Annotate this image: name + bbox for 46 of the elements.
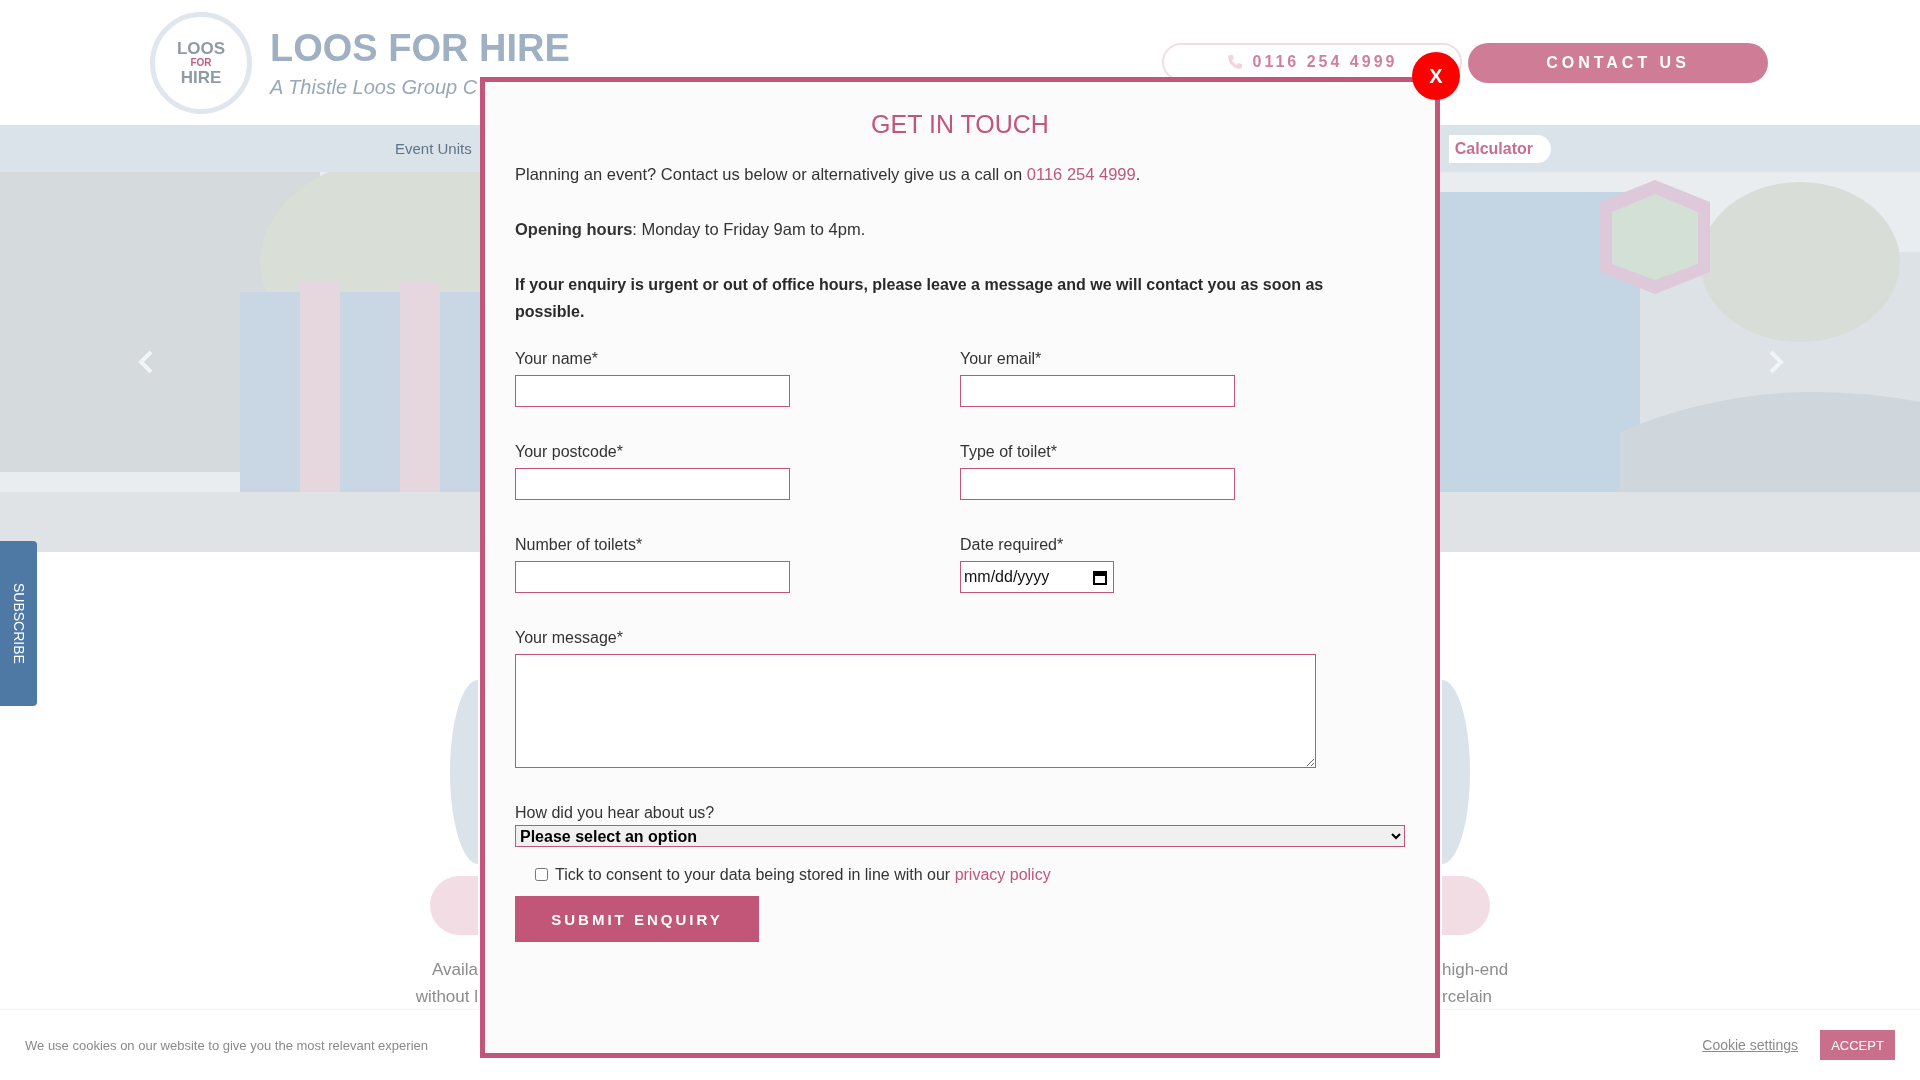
field-label: Number of toilets* [515,535,644,555]
input-field[interactable] [515,561,790,593]
nav-button[interactable]: Calculator [1448,134,1551,163]
field-label: Your name* [515,349,600,369]
input-field[interactable] [515,468,790,500]
privacy-link[interactable]: privacy policy [954,865,1051,883]
field-label: Date required* [960,535,1065,555]
field-label: Your email* [960,349,1043,369]
source-dropdown[interactable]: Please select an option [515,825,1405,847]
cookie-text: We use cookies on our website to give you the most relevant experien [25,1037,428,1053]
subscribe-tab[interactable]: SUBSCRIBE [0,541,37,706]
feature-text: high-end [1442,959,1509,981]
phone-icon [1226,53,1243,70]
pill-graphic [430,875,478,935]
field-label: Your postcode* [515,442,624,462]
consent-text: Tick to consent to your data being stored in line with our privacy policy [555,865,1051,884]
input-field[interactable] [515,375,790,407]
dialog-title: GET IN TOUCH [870,110,1050,139]
feature-text: rcelain [1442,986,1493,1008]
contact-button[interactable]: CONTACT US [1468,42,1768,83]
input-field[interactable] [960,468,1235,500]
accept-button[interactable]: ACCEPT [1820,1030,1895,1060]
field-label: Type of toilet* [960,442,1058,462]
site-title: LOOS FOR HIRE [270,26,570,70]
pill-graphic [1442,875,1490,935]
consent-checkbox[interactable] [535,868,548,881]
input-field[interactable] [960,375,1235,407]
field-label: How did you hear about us? [515,803,716,823]
logo-word: LOOS [176,39,226,57]
nav-link[interactable]: Event Units [395,140,472,157]
logo[interactable]: LOOS FOR HIRE [150,11,252,114]
urgent-text: If your enquiry is urgent or out of office hours, please leave a message and we will contact you as soon as possible. [515,275,1325,322]
feature-text: without l [415,986,478,1008]
phone-link[interactable]: 0116 254 4999 [1026,165,1136,183]
submit-button[interactable]: SUBMIT ENQUIRY [515,896,759,942]
cookie-settings-link[interactable]: Cookie settings [1702,1037,1798,1053]
intro-text: Planning an event? Contact us below or alternatively give us a call on 0116 254 4999. [515,164,1142,185]
logo-word: HIRE [180,68,222,86]
hours-text: Opening hours: Monday to Friday 9am to 4pm. [515,219,867,240]
feature-text: Availa [432,959,478,981]
logo-word: FOR [190,57,212,68]
date-field[interactable]: mm/dd/yyyy [960,561,1114,593]
message-field[interactable] [515,654,1316,768]
field-label: Your message* [515,628,624,648]
calendar-icon[interactable] [1093,570,1107,585]
site-tagline: A Thistle Loos Group C [270,75,479,99]
